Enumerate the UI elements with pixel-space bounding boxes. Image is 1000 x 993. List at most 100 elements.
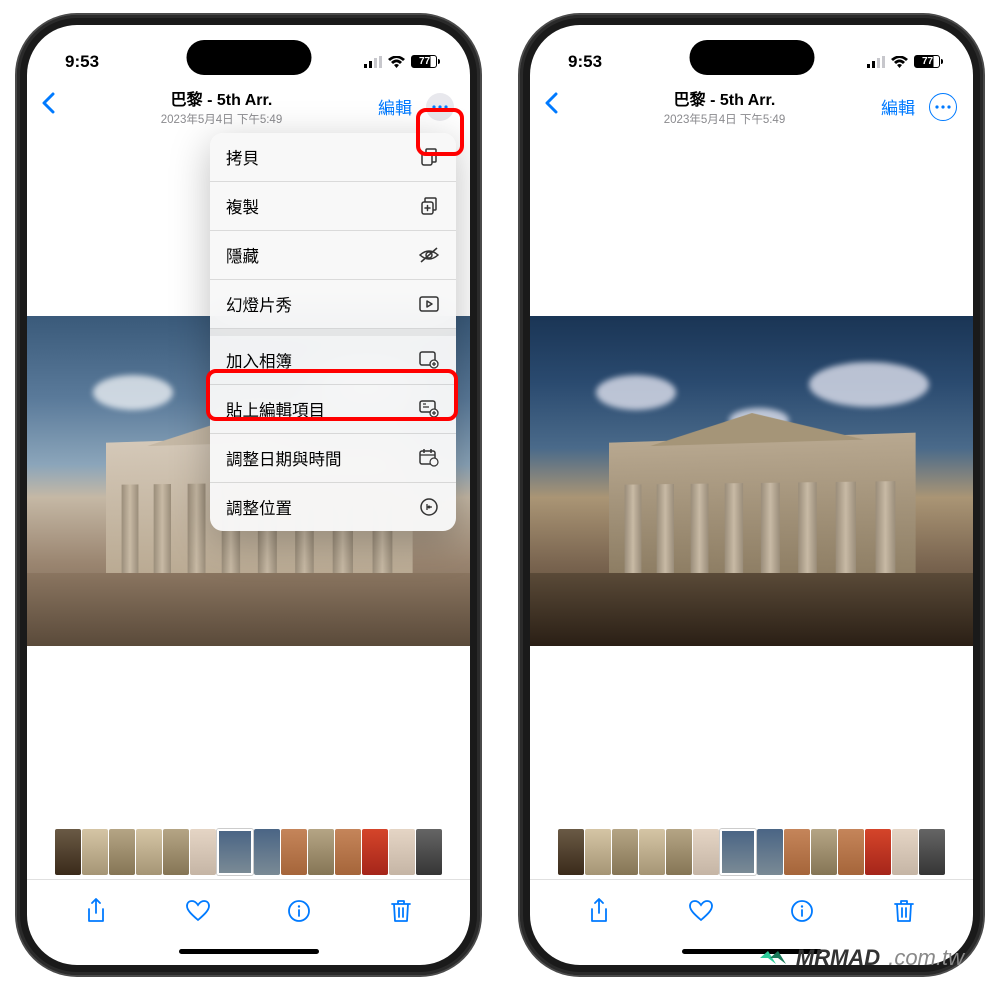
wifi-icon <box>388 56 405 68</box>
menu-item-copy[interactable]: 拷貝 <box>210 133 456 182</box>
status-time: 9:53 <box>568 52 602 72</box>
thumbnail[interactable] <box>254 829 280 875</box>
phone-frame-left: 9:53 77 <box>17 15 480 975</box>
thumbnail[interactable] <box>838 829 864 875</box>
phone-screen-left: 9:53 77 <box>27 25 470 965</box>
watermark-brand: MRMAD <box>796 945 880 971</box>
cellular-signal-icon <box>867 56 885 68</box>
trash-icon[interactable] <box>388 898 414 924</box>
nav-title-main: 巴黎 - 5th Arr. <box>65 86 378 110</box>
back-button[interactable] <box>544 92 568 121</box>
thumbnail[interactable] <box>109 829 135 875</box>
thumbnail[interactable] <box>389 829 415 875</box>
slideshow-icon <box>418 293 440 315</box>
thumbnail[interactable] <box>693 829 719 875</box>
location-icon <box>418 496 440 518</box>
menu-item-duplicate[interactable]: 複製 <box>210 182 456 231</box>
wifi-icon <box>891 56 908 68</box>
paste-edits-icon <box>418 398 440 420</box>
cellular-signal-icon <box>364 56 382 68</box>
home-indicator[interactable] <box>27 937 470 965</box>
menu-separator <box>210 329 456 336</box>
menu-label: 加入相簿 <box>226 348 292 372</box>
photo-view-edited <box>530 316 973 646</box>
hide-icon <box>418 244 440 266</box>
thumbnail[interactable] <box>190 829 216 875</box>
more-button[interactable] <box>426 93 454 121</box>
nav-title-main: 巴黎 - 5th Arr. <box>568 86 881 110</box>
back-button[interactable] <box>41 92 65 121</box>
nav-header: 巴黎 - 5th Arr. 2023年5月4日 下午5:49 編輯 <box>27 80 470 137</box>
info-icon[interactable] <box>789 898 815 924</box>
calendar-icon <box>418 447 440 469</box>
add-album-icon <box>418 349 440 371</box>
watermark-domain: .com.tw <box>888 945 964 971</box>
thumbnail[interactable] <box>136 829 162 875</box>
menu-label: 拷貝 <box>226 145 259 169</box>
thumbnail[interactable] <box>163 829 189 875</box>
photo-area[interactable] <box>530 137 973 825</box>
thumbnail[interactable] <box>82 829 108 875</box>
thumbnail[interactable] <box>666 829 692 875</box>
watermark: MRMAD .com.tw <box>758 945 964 971</box>
thumbnail[interactable] <box>919 829 945 875</box>
duplicate-icon <box>418 195 440 217</box>
edit-button[interactable]: 編輯 <box>881 94 915 119</box>
thumbnail[interactable] <box>55 829 81 875</box>
share-icon[interactable] <box>586 898 612 924</box>
thumbnail-strip[interactable] <box>27 825 470 879</box>
menu-label: 調整位置 <box>226 495 292 519</box>
menu-label: 隱藏 <box>226 243 259 267</box>
phone-screen-right: 9:53 77 <box>530 25 973 965</box>
menu-item-paste-edits[interactable]: 貼上編輯項目 <box>210 385 456 434</box>
battery-indicator: 77 <box>914 55 943 68</box>
thumbnail[interactable] <box>784 829 810 875</box>
edit-button[interactable]: 編輯 <box>378 94 412 119</box>
thumbnail-active[interactable] <box>720 829 756 875</box>
thumbnail-strip[interactable] <box>530 825 973 879</box>
more-button[interactable] <box>929 93 957 121</box>
thumbnail[interactable] <box>558 829 584 875</box>
dynamic-island <box>186 40 311 75</box>
heart-icon[interactable] <box>185 898 211 924</box>
thumbnail[interactable] <box>335 829 361 875</box>
thumbnail[interactable] <box>585 829 611 875</box>
copy-icon <box>418 146 440 168</box>
thumbnail[interactable] <box>281 829 307 875</box>
menu-item-adjust-date[interactable]: 調整日期與時間 <box>210 434 456 483</box>
thumbnail[interactable] <box>757 829 783 875</box>
context-menu: 拷貝 複製 隱藏 幻燈 <box>210 133 456 531</box>
menu-item-add-album[interactable]: 加入相簿 <box>210 336 456 385</box>
nav-title: 巴黎 - 5th Arr. 2023年5月4日 下午5:49 <box>65 86 378 127</box>
watermark-logo-icon <box>758 948 788 968</box>
bottom-toolbar <box>530 879 973 937</box>
thumbnail[interactable] <box>892 829 918 875</box>
thumbnail[interactable] <box>308 829 334 875</box>
battery-indicator: 77 <box>411 55 440 68</box>
thumbnail[interactable] <box>865 829 891 875</box>
info-icon[interactable] <box>286 898 312 924</box>
nav-title-sub: 2023年5月4日 下午5:49 <box>568 111 881 127</box>
menu-label: 複製 <box>226 194 259 218</box>
thumbnail[interactable] <box>639 829 665 875</box>
menu-label: 幻燈片秀 <box>226 292 292 316</box>
nav-title: 巴黎 - 5th Arr. 2023年5月4日 下午5:49 <box>568 86 881 127</box>
thumbnail[interactable] <box>416 829 442 875</box>
thumbnail[interactable] <box>612 829 638 875</box>
thumbnail-active[interactable] <box>217 829 253 875</box>
thumbnail[interactable] <box>811 829 837 875</box>
heart-icon[interactable] <box>688 898 714 924</box>
phone-frame-right: 9:53 77 <box>520 15 983 975</box>
menu-item-slideshow[interactable]: 幻燈片秀 <box>210 280 456 329</box>
share-icon[interactable] <box>83 898 109 924</box>
menu-label: 調整日期與時間 <box>226 446 342 470</box>
menu-item-hide[interactable]: 隱藏 <box>210 231 456 280</box>
trash-icon[interactable] <box>891 898 917 924</box>
bottom-toolbar <box>27 879 470 937</box>
dynamic-island <box>689 40 814 75</box>
menu-item-adjust-location[interactable]: 調整位置 <box>210 483 456 531</box>
status-time: 9:53 <box>65 52 99 72</box>
thumbnail[interactable] <box>362 829 388 875</box>
nav-header: 巴黎 - 5th Arr. 2023年5月4日 下午5:49 編輯 <box>530 80 973 137</box>
menu-label: 貼上編輯項目 <box>226 397 325 421</box>
